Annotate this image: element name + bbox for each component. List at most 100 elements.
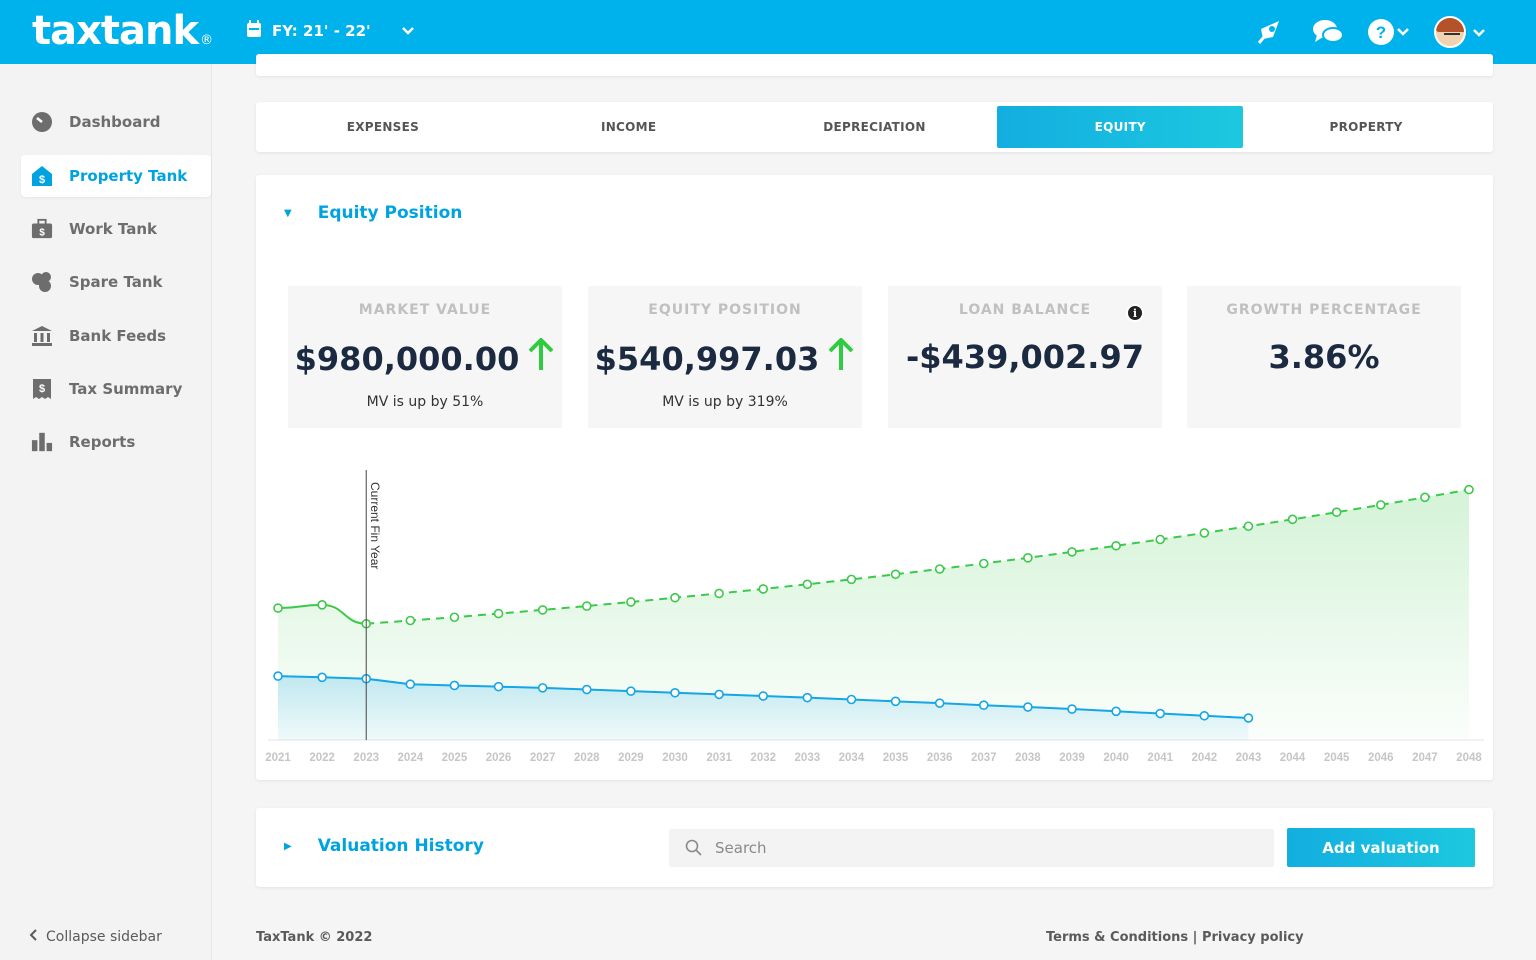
add-valuation-button[interactable]: Add valuation — [1287, 828, 1475, 867]
tab-depreciation[interactable]: DEPRECIATION — [752, 106, 998, 148]
receipt-icon: $ — [31, 378, 53, 400]
bank-icon — [31, 325, 53, 347]
equity-position-toggle[interactable]: ▼ Equity Position — [284, 203, 462, 223]
footer-links: Terms & Conditions | Privacy policy — [1046, 930, 1304, 945]
data-point — [758, 584, 769, 594]
svg-text:$: $ — [39, 227, 45, 238]
data-point — [537, 605, 548, 615]
data-point — [405, 615, 416, 626]
stat-loan-balance: LOAN BALANCE i -$439,002.97 — [888, 286, 1162, 428]
stat-label: GROWTH PERCENTAGE — [1226, 302, 1422, 318]
footer-separator: | — [1188, 930, 1202, 945]
taxtank-logo[interactable]: taxtank ® — [32, 8, 213, 54]
search-input[interactable] — [715, 839, 1255, 857]
data-point — [581, 684, 592, 695]
data-point — [670, 592, 680, 603]
sidebar-item-work-tank[interactable]: $ Work Tank — [21, 208, 211, 250]
user-menu[interactable] — [1434, 16, 1486, 48]
fy-selector[interactable]: FY: 21' - 22' — [246, 20, 415, 42]
chat-icon[interactable] — [1312, 16, 1344, 48]
stat-market-value: MARKET VALUE $980,000.00 MV is up by 51% — [288, 286, 562, 428]
stat-value: $980,000.00 — [294, 340, 520, 378]
sidebar-item-label: Bank Feeds — [69, 327, 167, 345]
tab-equity[interactable]: EQUITY — [997, 106, 1244, 148]
x-tick-label: 2026 — [486, 752, 512, 764]
x-tick-label: 2031 — [706, 752, 732, 764]
stat-value: 3.86% — [1268, 338, 1380, 376]
valuation-history-toggle[interactable]: ▶ Valuation History — [284, 836, 484, 856]
svg-text:$: $ — [39, 174, 45, 186]
coins-icon — [31, 271, 53, 293]
x-tick-label: 2044 — [1280, 752, 1306, 764]
x-tick-label: 2040 — [1103, 752, 1129, 764]
x-tick-label: 2047 — [1412, 752, 1438, 764]
data-point — [581, 601, 592, 611]
data-point — [714, 588, 724, 599]
data-point — [1287, 514, 1298, 525]
collapse-sidebar-button[interactable]: Collapse sidebar — [28, 928, 162, 946]
data-point — [1199, 710, 1210, 721]
svg-text:?: ? — [1376, 23, 1386, 42]
data-point — [449, 680, 460, 691]
data-point — [846, 574, 857, 585]
calendar-icon — [246, 20, 262, 42]
terms-link[interactable]: Terms & Conditions — [1046, 930, 1188, 945]
stat-equity-position: EQUITY POSITION $540,997.03 MV is up by … — [588, 286, 862, 428]
privacy-link[interactable]: Privacy policy — [1202, 930, 1304, 945]
data-point — [1331, 507, 1342, 518]
data-point — [1243, 713, 1254, 723]
data-point — [1420, 492, 1430, 503]
sidebar-item-bank-feeds[interactable]: Bank Feeds — [21, 315, 211, 357]
data-point — [626, 686, 636, 696]
data-point — [405, 679, 416, 690]
tab-property[interactable]: PROPERTY — [1243, 106, 1489, 148]
tab-income[interactable]: INCOME — [506, 106, 752, 148]
stat-label: MARKET VALUE — [358, 302, 492, 318]
sidebar-item-tax-summary[interactable]: $ Tax Summary — [21, 368, 211, 410]
data-point — [317, 672, 327, 683]
data-point — [1199, 528, 1210, 538]
chevron-down-icon[interactable] — [401, 22, 415, 40]
sidebar-item-dashboard[interactable]: Dashboard — [21, 101, 211, 143]
sidebar-item-label: Property Tank — [69, 167, 188, 185]
sidebar-item-label: Reports — [69, 433, 136, 451]
caret-down-icon: ▼ — [284, 207, 292, 219]
x-tick-label: 2042 — [1192, 752, 1218, 764]
search-icon — [685, 839, 703, 857]
x-tick-label: 2030 — [662, 752, 688, 764]
data-point — [273, 671, 283, 681]
sidebar-item-property-tank[interactable]: $ Property Tank — [21, 155, 211, 197]
section-title: Valuation History — [317, 836, 484, 856]
data-point — [934, 698, 945, 708]
arrow-up-icon — [827, 337, 855, 380]
property-summary-card — [256, 54, 1493, 76]
data-point — [670, 687, 680, 698]
data-point — [537, 683, 548, 693]
tab-expenses[interactable]: EXPENSES — [260, 106, 506, 148]
data-point — [1155, 708, 1166, 719]
data-point — [1067, 547, 1077, 557]
rocket-icon[interactable] — [1255, 16, 1285, 48]
x-tick-label: 2036 — [927, 752, 953, 764]
sidebar-item-label: Spare Tank — [69, 273, 163, 291]
x-tick-label: 2022 — [309, 752, 335, 764]
sidebar-item-reports[interactable]: Reports — [21, 421, 211, 463]
x-tick-label: 2033 — [795, 752, 821, 764]
sidebar-item-label: Dashboard — [69, 113, 161, 131]
stat-label: EQUITY POSITION — [648, 302, 802, 318]
data-point — [890, 569, 901, 580]
x-tick-label: 2028 — [574, 752, 600, 764]
stat-value: $540,997.03 — [594, 340, 820, 378]
sidebar-item-spare-tank[interactable]: Spare Tank — [21, 261, 211, 303]
help-icon[interactable]: ? — [1368, 16, 1412, 48]
x-tick-label: 2034 — [839, 752, 865, 764]
data-point — [493, 681, 504, 692]
x-tick-label: 2038 — [1015, 752, 1041, 764]
info-icon[interactable]: i — [1126, 304, 1144, 322]
x-tick-label: 2032 — [750, 752, 776, 764]
data-point — [758, 691, 769, 701]
data-point — [934, 564, 945, 574]
stat-sub: MV is up by 51% — [366, 394, 484, 410]
data-point — [978, 558, 989, 569]
footer-copyright: TaxTank © 2022 — [256, 930, 373, 945]
